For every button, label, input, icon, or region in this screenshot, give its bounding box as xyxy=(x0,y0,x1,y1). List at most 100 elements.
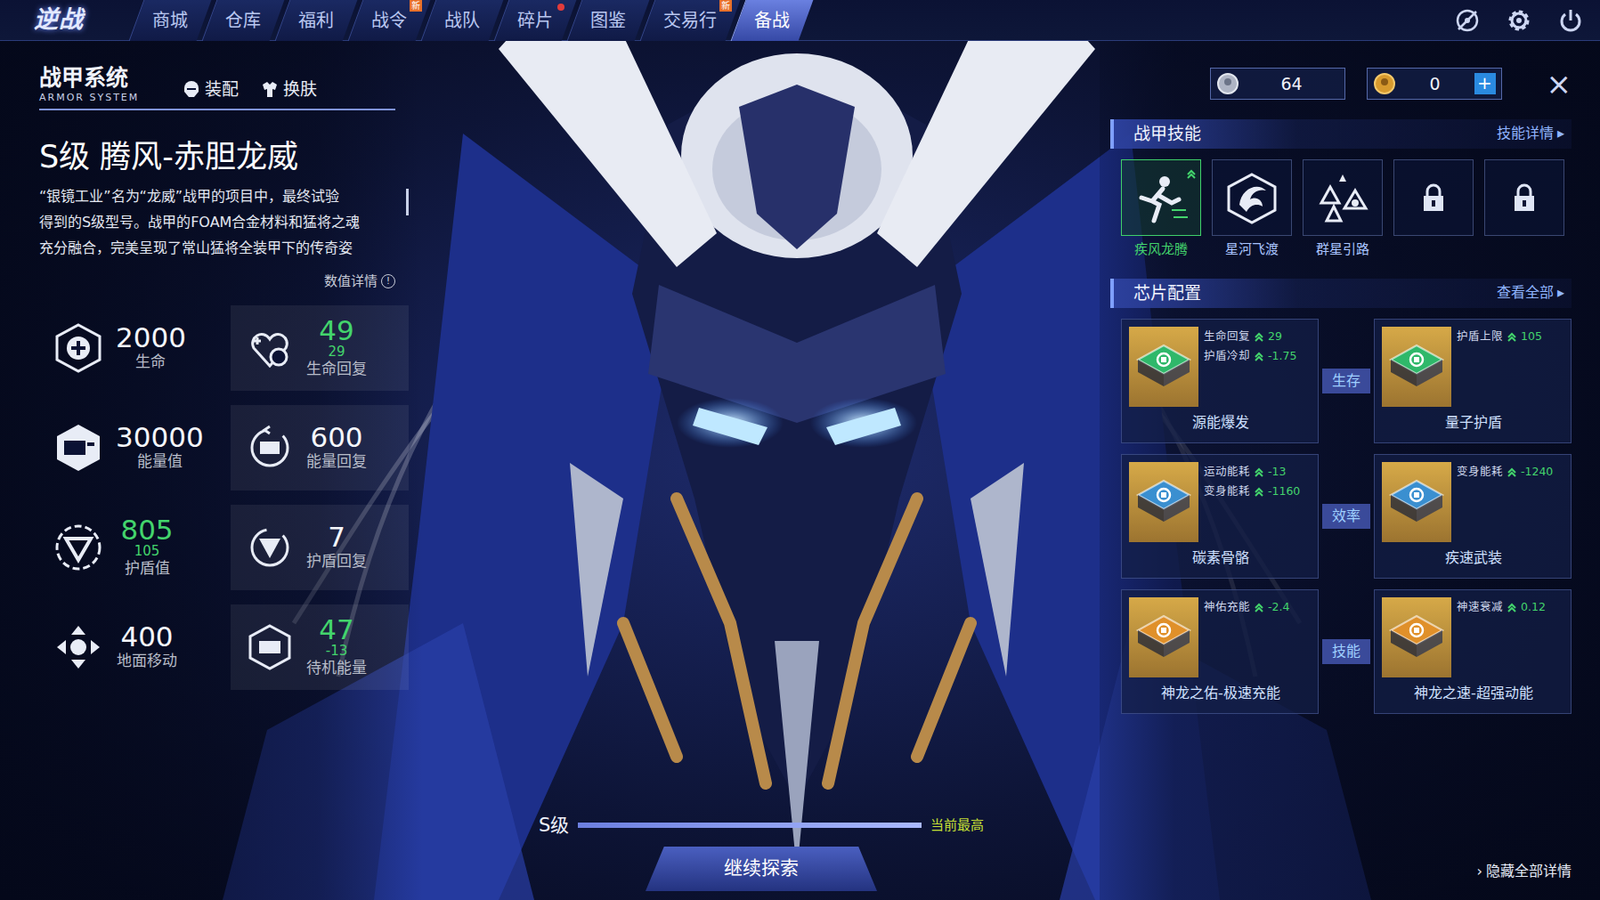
grade-progress: S级当前最高 xyxy=(538,812,984,841)
chip-card[interactable]: 神速衰减0.12神龙之速-超强动能 xyxy=(1373,589,1572,715)
nav-tab-label[interactable]: 商城 xyxy=(152,7,188,34)
game-logo[interactable]: 逆战 xyxy=(0,1,134,39)
skill-slot[interactable] xyxy=(1393,159,1474,260)
nav-tab-label[interactable]: 福利 xyxy=(298,7,334,34)
hide-details-label[interactable]: 隐藏全部详情 xyxy=(1486,862,1572,880)
skills-link[interactable]: 技能详情▸ xyxy=(1496,122,1565,145)
radar-icon[interactable] xyxy=(1452,5,1483,36)
stat-value: 400 xyxy=(115,622,179,652)
skill-slot[interactable]: 疾风龙腾 xyxy=(1120,159,1202,260)
nav-tab[interactable]: 图鉴 xyxy=(571,0,645,41)
settings-gear-icon[interactable] xyxy=(1503,5,1535,36)
nav-tab-label[interactable]: 图鉴 xyxy=(590,7,626,34)
graphic-part xyxy=(1427,185,1440,196)
nav-tab[interactable]: 商城 xyxy=(133,0,207,41)
armor-system-tab[interactable]: 换肤 xyxy=(259,76,317,103)
chip-name[interactable]: 源能爆发 xyxy=(1128,412,1313,434)
skill-slot[interactable]: 群星引路 xyxy=(1302,159,1383,260)
nav-tab[interactable]: 碎片 xyxy=(498,0,572,41)
armor-system-tab[interactable]: 装配 xyxy=(181,76,239,103)
nav-tab[interactable]: 备战 xyxy=(735,0,809,41)
chip-effect-value: 105 xyxy=(1520,326,1543,347)
chip-name[interactable]: 量子护盾 xyxy=(1381,412,1566,434)
graphic-part xyxy=(1218,73,1238,94)
close-button[interactable]: × xyxy=(1546,68,1573,99)
nav-tab[interactable]: 交易行新 xyxy=(644,0,736,41)
arrow-icon[interactable]: ▸ xyxy=(1557,282,1565,304)
increase-chevron-icon xyxy=(1253,330,1265,343)
stat-bonus: -13 xyxy=(305,644,368,658)
stat-label: 待机能量 xyxy=(305,657,368,680)
graphic-part xyxy=(253,337,261,345)
skill-name[interactable]: 疾风龙腾 xyxy=(1120,239,1202,260)
nav-tab-label[interactable]: 备战 xyxy=(754,7,790,34)
chip-effect-label: 变身能耗 xyxy=(1203,481,1251,502)
nav-tab-label[interactable]: 战令 xyxy=(371,7,407,34)
graphic-part xyxy=(1423,195,1444,212)
continue-explore-button[interactable]: 继续探索 xyxy=(645,846,878,892)
graphic-part xyxy=(71,341,86,356)
chevron-icon[interactable]: › xyxy=(1477,862,1483,880)
skill-slot[interactable] xyxy=(1484,159,1565,260)
nav-tab[interactable]: 战队 xyxy=(425,0,499,41)
add-currency-button[interactable]: + xyxy=(1474,73,1496,95)
stat-value: 47 xyxy=(305,615,368,645)
graphic-part xyxy=(1253,601,1265,614)
skills-link-label[interactable]: 技能详情 xyxy=(1496,122,1554,145)
skill-icon-box[interactable] xyxy=(1393,159,1474,236)
skill-icon-box[interactable] xyxy=(1211,159,1292,236)
graphic-part xyxy=(1161,627,1167,634)
nav-tab[interactable]: 战令新 xyxy=(352,0,426,41)
nav-tab-label[interactable]: 碎片 xyxy=(517,7,553,34)
chips-link[interactable]: 查看全部▸ xyxy=(1496,282,1565,304)
chip-effect-value: -1160 xyxy=(1267,481,1300,502)
skill-icon-box[interactable] xyxy=(1302,159,1383,236)
chip-name[interactable]: 神龙之佑-极速充能 xyxy=(1128,682,1313,705)
stat-details-link[interactable]: 数值详情! xyxy=(39,271,396,293)
graphic-part xyxy=(810,397,918,448)
nav-tab[interactable]: 福利 xyxy=(279,0,353,41)
grade-label: S级 xyxy=(538,812,569,841)
graphic-part xyxy=(1255,492,1263,496)
chip-grid: 生命回复29护盾冷却-1.75源能爆发生存护盾上限105量子护盾运动能耗-13变… xyxy=(1110,318,1572,715)
chip-name[interactable]: 碳素骨骼 xyxy=(1128,547,1313,569)
chip-card[interactable]: 神佑充能-2.4 神龙之佑-极速充能 xyxy=(1120,589,1319,715)
chip-effects: 神佑充能-2.4 xyxy=(1198,597,1290,678)
stat-details-label[interactable]: 数值详情 xyxy=(324,271,378,293)
shield-regen-icon xyxy=(244,522,295,573)
hide-details-button[interactable]: ›隐藏全部详情 xyxy=(1110,857,1572,888)
description-scrollbar[interactable] xyxy=(406,188,409,216)
skill-slot[interactable]: 星河飞渡 xyxy=(1211,159,1292,260)
skill-icon-box[interactable] xyxy=(1484,159,1565,236)
chip-name[interactable]: 疾速武装 xyxy=(1381,547,1566,569)
skill-name[interactable]: 星河飞渡 xyxy=(1211,239,1292,260)
chip-name[interactable]: 神龙之速-超强动能 xyxy=(1381,682,1566,705)
chip-card[interactable]: 运动能耗-13变身能耗-1160碳素骨骼 xyxy=(1120,454,1319,579)
skill-name[interactable]: 群星引路 xyxy=(1302,239,1383,260)
armor-system-tab-label[interactable]: 装配 xyxy=(204,76,239,103)
chip-card[interactable]: 护盾上限105量子护盾 xyxy=(1373,318,1572,444)
nav-tab-label[interactable]: 仓库 xyxy=(225,7,261,34)
graphic-part xyxy=(184,81,199,98)
graphic-part xyxy=(1458,11,1477,30)
info-icon[interactable]: ! xyxy=(381,274,396,289)
armor-system-tab-label[interactable]: 换肤 xyxy=(283,76,317,103)
graphic-part xyxy=(1374,73,1395,94)
nav-tab[interactable]: 仓库 xyxy=(206,0,280,41)
nav-tab-label[interactable]: 战队 xyxy=(444,7,480,34)
stat-item: 400地面移动 xyxy=(39,597,231,698)
power-icon[interactable] xyxy=(1555,5,1586,36)
nav-tab-label[interactable]: 交易行 xyxy=(663,7,717,34)
armor-system-subtitle: ARMOR SYSTEM xyxy=(39,90,139,106)
chips-link-label[interactable]: 查看全部 xyxy=(1496,282,1554,304)
chip-card[interactable]: 变身能耗-1240疾速武装 xyxy=(1373,454,1572,579)
chip-card[interactable]: 生命回复29护盾冷却-1.75源能爆发 xyxy=(1120,318,1319,444)
arrow-icon[interactable]: ▸ xyxy=(1557,122,1565,145)
graphic-part xyxy=(87,442,95,447)
graphic-part xyxy=(1511,13,1527,28)
health-icon xyxy=(51,321,106,375)
chips-title: 芯片配置 xyxy=(1133,280,1202,307)
skill-icon-box[interactable] xyxy=(1120,159,1202,236)
stat-text: 4929生命回复 xyxy=(305,316,368,380)
graphic-part xyxy=(1510,182,1538,213)
